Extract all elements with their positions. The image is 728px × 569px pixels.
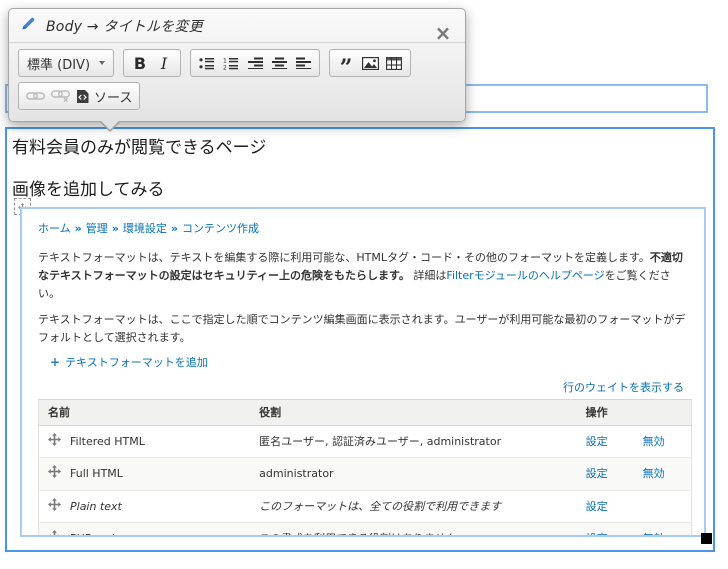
breadcrumb-separator: » bbox=[74, 222, 82, 235]
breadcrumb-separator: » bbox=[111, 222, 119, 235]
breadcrumb-home[interactable]: ホーム bbox=[38, 222, 71, 235]
row-move-icon[interactable] bbox=[48, 497, 61, 515]
blockquote-button[interactable]: ” bbox=[334, 51, 358, 79]
format-roles: administrator bbox=[250, 457, 577, 491]
disable-link[interactable]: 無効 bbox=[643, 434, 665, 449]
format-name: Full HTML bbox=[70, 467, 123, 481]
format-dropdown[interactable]: 標準 (DIV) bbox=[18, 49, 115, 77]
align-center-icon bbox=[271, 57, 287, 69]
editor-toolbar: 標準 (DIV) B I 12 ” ソース bbox=[9, 43, 465, 110]
table-header-row: 名前 役割 操作 bbox=[38, 398, 692, 426]
body-editor-area[interactable]: 有料会員のみが閲覧できるページ 画像を追加してみる ホーム» 管理» 環境設定» コン… bbox=[5, 127, 715, 552]
disable-link[interactable]: 無効 bbox=[643, 531, 665, 535]
breadcrumb-config[interactable]: 環境設定 bbox=[123, 222, 167, 235]
plus-icon: + bbox=[50, 355, 61, 370]
show-weights-row: 行のウェイトを表示する bbox=[38, 380, 684, 395]
table-row: Full HTML administrator 設定 無効 bbox=[38, 457, 692, 491]
unlink-button[interactable] bbox=[48, 84, 73, 108]
editor-heading-2: 画像を追加してみる bbox=[12, 180, 165, 200]
add-text-format-link[interactable]: テキストフォーマットを追加 bbox=[65, 356, 208, 369]
bulleted-list-icon bbox=[199, 57, 215, 69]
link-icon bbox=[26, 92, 45, 100]
svg-text:2: 2 bbox=[223, 64, 227, 70]
breadcrumb: ホーム» 管理» 環境設定» コンテンツ作成 bbox=[38, 221, 688, 236]
source-button[interactable]: ソース bbox=[73, 84, 135, 108]
format-dropdown-value: 標準 (DIV) bbox=[27, 57, 91, 73]
format-roles: このフォーマットは、全ての役割で利用できます bbox=[250, 490, 577, 524]
intro-paragraph-2: テキストフォーマットは、ここで指定した順でコンテンツ編集画面に表示されます。ユー… bbox=[38, 313, 686, 345]
row-move-icon[interactable] bbox=[48, 465, 61, 482]
format-name: PHP code bbox=[70, 531, 122, 535]
row-move-icon[interactable] bbox=[48, 530, 61, 535]
editor-balloon-panel: Body → タイトルを変更 × 標準 (DIV) B I 12 ” ソース bbox=[8, 8, 466, 132]
align-center-button[interactable] bbox=[267, 51, 291, 75]
align-left-button[interactable] bbox=[291, 51, 315, 75]
table-row: Plain text このフォーマットは、全ての役割で利用できます 設定 bbox=[38, 490, 692, 524]
row-move-icon[interactable] bbox=[48, 432, 61, 450]
svg-text:1: 1 bbox=[223, 57, 227, 64]
format-roles: 匿名ユーザー, 認証済みユーザー, administrator bbox=[250, 425, 577, 459]
breadcrumb-admin[interactable]: 管理 bbox=[86, 222, 108, 235]
show-row-weights-link[interactable]: 行のウェイトを表示する bbox=[563, 381, 684, 394]
format-roles: この書式を利用できる役割はありません bbox=[250, 522, 577, 535]
format-name: Filtered HTML bbox=[70, 434, 145, 448]
widget-resize-handle[interactable] bbox=[701, 533, 712, 544]
pencil-icon bbox=[21, 16, 36, 35]
editor-heading-1: 有料会員のみが閲覧できるページ bbox=[12, 138, 267, 158]
col-header-operations: 操作 bbox=[576, 398, 692, 426]
breadcrumb-separator: » bbox=[170, 222, 178, 235]
chevron-down-icon bbox=[99, 61, 106, 65]
close-icon[interactable]: × bbox=[433, 23, 453, 43]
intro-p1-text: テキストフォーマットは、テキストを編集する際に利用可能な、HTMLタグ・コード・… bbox=[38, 251, 650, 265]
configure-link[interactable]: 設定 bbox=[586, 466, 631, 481]
filter-help-link[interactable]: Filterモジュールのヘルプページ bbox=[446, 269, 604, 282]
table-button[interactable] bbox=[382, 51, 406, 75]
unlink-icon bbox=[51, 90, 70, 102]
embedded-page-widget[interactable]: ホーム» 管理» 環境設定» コンテンツ作成 テキストフォーマットは、テキストを編集す… bbox=[20, 207, 706, 537]
table-row: PHP code この書式を利用できる役割はありません 設定 無効 bbox=[38, 522, 692, 535]
bold-button[interactable]: B bbox=[128, 51, 152, 75]
balloon-title: Body → タイトルを変更 bbox=[46, 18, 203, 35]
col-header-role: 役割 bbox=[250, 398, 577, 426]
col-header-name: 名前 bbox=[38, 398, 251, 426]
image-button[interactable] bbox=[358, 51, 382, 75]
intro-paragraph-1: テキストフォーマットは、テキストを編集する際に利用可能な、HTMLタグ・コード・… bbox=[38, 249, 688, 303]
format-name: Plain text bbox=[70, 499, 122, 513]
configure-link[interactable]: 設定 bbox=[586, 531, 631, 535]
configure-link[interactable]: 設定 bbox=[586, 434, 631, 449]
numbered-list-button[interactable]: 12 bbox=[219, 51, 243, 75]
table-icon bbox=[386, 56, 403, 70]
intro-p1-mid: 詳細は bbox=[409, 269, 447, 283]
numbered-list-icon: 12 bbox=[223, 57, 239, 70]
table-row: Filtered HTML 匿名ユーザー, 認証済みユーザー, administ… bbox=[38, 425, 692, 459]
balloon-header: Body → タイトルを変更 bbox=[9, 9, 465, 43]
align-right-button[interactable] bbox=[243, 51, 267, 75]
breadcrumb-content-authoring[interactable]: コンテンツ作成 bbox=[182, 222, 259, 235]
align-left-icon bbox=[295, 57, 311, 69]
add-format-row: + テキストフォーマットを追加 bbox=[38, 354, 688, 371]
bulleted-list-button[interactable] bbox=[195, 51, 219, 75]
configure-link[interactable]: 設定 bbox=[586, 499, 631, 514]
align-right-icon bbox=[247, 57, 263, 69]
italic-button[interactable]: I bbox=[152, 51, 176, 75]
text-formats-table: 名前 役割 操作 Filtered HTML 匿名ユーザー, 認証済みユーザー,… bbox=[38, 398, 692, 535]
source-button-label: ソース bbox=[94, 90, 133, 106]
disable-link[interactable]: 無効 bbox=[643, 466, 665, 481]
source-icon bbox=[77, 89, 89, 103]
link-button[interactable] bbox=[23, 84, 48, 108]
image-icon bbox=[361, 56, 379, 70]
